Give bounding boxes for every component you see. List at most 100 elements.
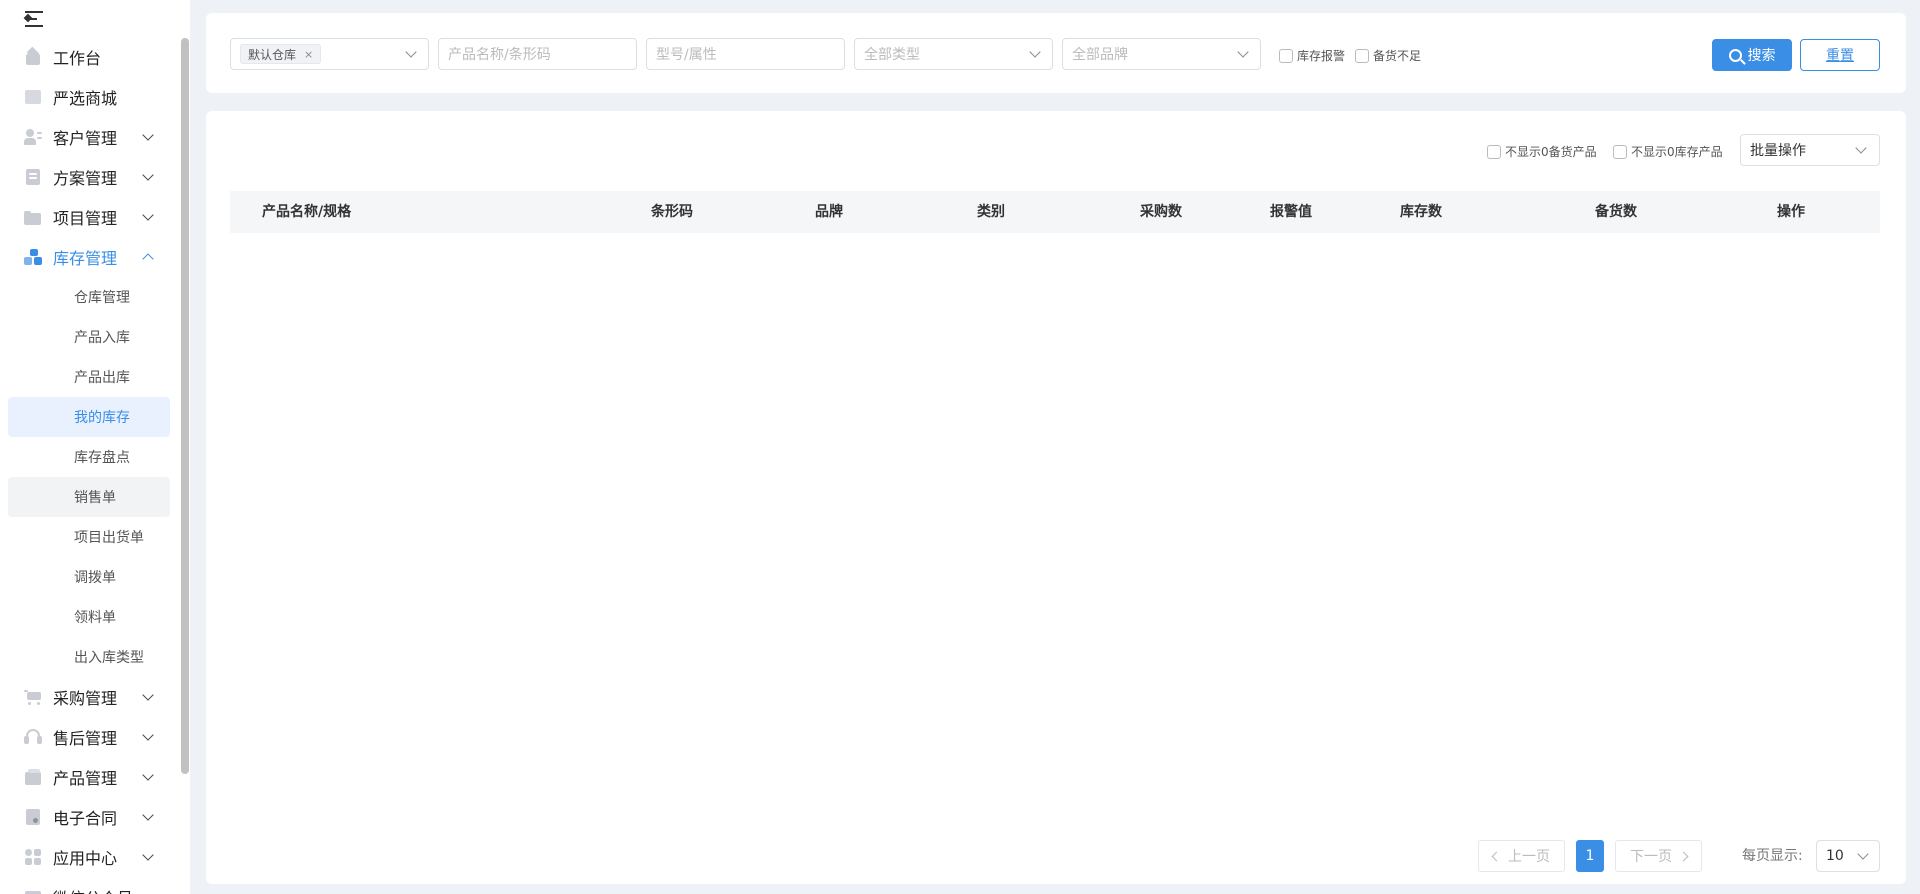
model-search-placeholder: 型号/属性 [656,47,717,63]
chevron-down-icon [1237,46,1249,58]
chevron-up-icon [142,253,154,265]
prev-page-label: 上一页 [1508,849,1550,865]
contract-icon [24,809,42,825]
inventory-table-panel: 不显示0备货产品 不显示0库存产品 批量操作 产品名称/规格 条形码 品牌 类别… [206,111,1906,884]
sidebar-item-workbench[interactable]: 工作台 [0,37,178,77]
type-select[interactable]: 全部类型 [854,38,1053,70]
chevron-down-icon [142,769,154,781]
sidebar-item-customers[interactable]: 客户管理 [0,117,178,157]
sidebar-item-label: 方案管理 [53,169,118,188]
sidebar-sub-stock-out[interactable]: 产品出库 [8,357,170,397]
prep-short-checkbox[interactable]: 备货不足 [1355,47,1421,64]
sidebar-item-label: 工作台 [53,49,102,68]
next-page-button[interactable]: 下一页 [1615,840,1702,872]
page-number-current[interactable]: 1 [1576,840,1604,872]
sidebar-menu: 工作台 严选商城 客户管理 方案管理 项目管理 库存管理 仓库管理 产品入库 产… [0,37,178,894]
hide-zero-prep-label: 不显示0备货产品 [1505,145,1597,159]
sidebar-item-label: 严选商城 [53,89,118,108]
type-select-placeholder: 全部类型 [864,47,920,63]
chevron-left-icon [1491,851,1502,861]
sidebar-item-label: 售后管理 [53,729,118,748]
product-search-input[interactable]: 产品名称/条形码 [438,38,637,70]
brand-select-placeholder: 全部品牌 [1072,47,1128,63]
col-product-name: 产品名称/规格 [262,204,352,220]
prev-page-button[interactable]: 上一页 [1478,840,1565,872]
sidebar-item-inventory[interactable]: 库存管理 [0,237,178,277]
sidebar-sub-transfer[interactable]: 调拨单 [8,557,170,597]
chevron-down-icon [142,169,154,181]
sidebar-sub-io-types[interactable]: 出入库类型 [8,637,170,677]
search-button-label: 搜索 [1747,48,1776,64]
checkbox-box[interactable] [1279,48,1293,63]
sidebar-sub-warehouse[interactable]: 仓库管理 [8,277,170,317]
apps-icon [24,849,42,865]
per-page-value: 10 [1826,848,1844,864]
home-icon [24,46,42,65]
sidebar-item-purchasing[interactable]: 采购管理 [0,677,178,717]
reset-button[interactable]: 重置 [1800,39,1880,71]
product-search-placeholder: 产品名称/条形码 [448,47,551,63]
chevron-down-icon [142,809,154,821]
per-page-select[interactable]: 10 [1816,840,1880,872]
sidebar-item-projects[interactable]: 项目管理 [0,197,178,237]
checkbox-box[interactable] [1355,48,1369,63]
sidebar-sub-stocktake[interactable]: 库存盘点 [8,437,170,477]
inventory-icon [24,249,42,265]
sidebar-scrollbar[interactable] [181,38,189,774]
warehouse-tag: 默认仓库 × [240,44,322,64]
search-button[interactable]: 搜索 [1712,39,1792,71]
sidebar-item-after-sales[interactable]: 售后管理 [0,717,178,757]
sidebar-item-label: 微信公众号 [53,885,133,894]
col-alert-value: 报警值 [1270,204,1312,220]
batch-actions-select[interactable]: 批量操作 [1740,134,1880,166]
menu-collapse-icon[interactable] [23,10,45,28]
stock-alert-checkbox[interactable]: 库存报警 [1279,47,1345,64]
sidebar-item-mall[interactable]: 严选商城 [0,77,178,117]
sidebar-sub-sales-order[interactable]: 销售单 [8,477,170,517]
brand-select[interactable]: 全部品牌 [1062,38,1261,70]
product-icon [24,769,42,785]
sidebar-item-plans[interactable]: 方案管理 [0,157,178,197]
chevron-down-icon [142,849,154,861]
sidebar-sub-my-inventory[interactable]: 我的库存 [8,397,170,437]
hide-zero-stock-label: 不显示0库存产品 [1631,145,1723,159]
hide-zero-prep-checkbox[interactable]: 不显示0备货产品 [1487,143,1597,160]
chevron-down-icon [1029,46,1041,58]
sidebar-item-wechat[interactable]: 微信公众号 [0,877,178,894]
tag-close-icon[interactable]: × [304,48,313,61]
chevron-down-icon [1857,848,1869,860]
sidebar-sub-stock-in[interactable]: 产品入库 [8,317,170,357]
sidebar-item-label: 库存管理 [53,249,118,268]
chevron-down-icon [142,129,154,141]
sidebar-sub-requisition[interactable]: 领料单 [8,597,170,637]
sidebar-item-label: 产品管理 [53,769,118,788]
table-header: 产品名称/规格 条形码 品牌 类别 采购数 报警值 库存数 备货数 操作 [230,191,1880,233]
checkbox-box[interactable] [1613,144,1627,159]
prep-short-label: 备货不足 [1373,49,1422,63]
sidebar-sub-project-shipment[interactable]: 项目出货单 [8,517,170,557]
customer-icon [24,129,42,145]
col-category: 类别 [977,204,1005,220]
sidebar: 工作台 严选商城 客户管理 方案管理 项目管理 库存管理 仓库管理 产品入库 产… [0,0,190,894]
sidebar-item-label: 电子合同 [53,809,118,828]
search-icon [1728,48,1742,62]
hide-zero-stock-checkbox[interactable]: 不显示0库存产品 [1613,143,1723,160]
sidebar-item-app-center[interactable]: 应用中心 [0,837,178,877]
sidebar-item-products[interactable]: 产品管理 [0,757,178,797]
chevron-down-icon [142,729,154,741]
chevron-down-icon [1855,142,1867,154]
warehouse-select[interactable]: 默认仓库 × [230,38,429,70]
stock-alert-label: 库存报警 [1297,49,1346,63]
checkbox-box[interactable] [1487,144,1501,159]
sidebar-item-contracts[interactable]: 电子合同 [0,797,178,837]
folder-icon [24,209,42,225]
headset-icon [24,729,42,745]
filter-panel: 默认仓库 × 产品名称/条形码 型号/属性 全部类型 全部品牌 库存报警 备货不… [206,13,1906,93]
chevron-down-icon [142,209,154,221]
plan-icon [24,169,42,185]
model-search-input[interactable]: 型号/属性 [646,38,845,70]
col-prep-qty: 备货数 [1595,204,1637,220]
sidebar-item-label: 应用中心 [53,849,118,868]
per-page-label: 每页显示: [1742,848,1803,864]
chevron-right-icon [1678,851,1689,861]
